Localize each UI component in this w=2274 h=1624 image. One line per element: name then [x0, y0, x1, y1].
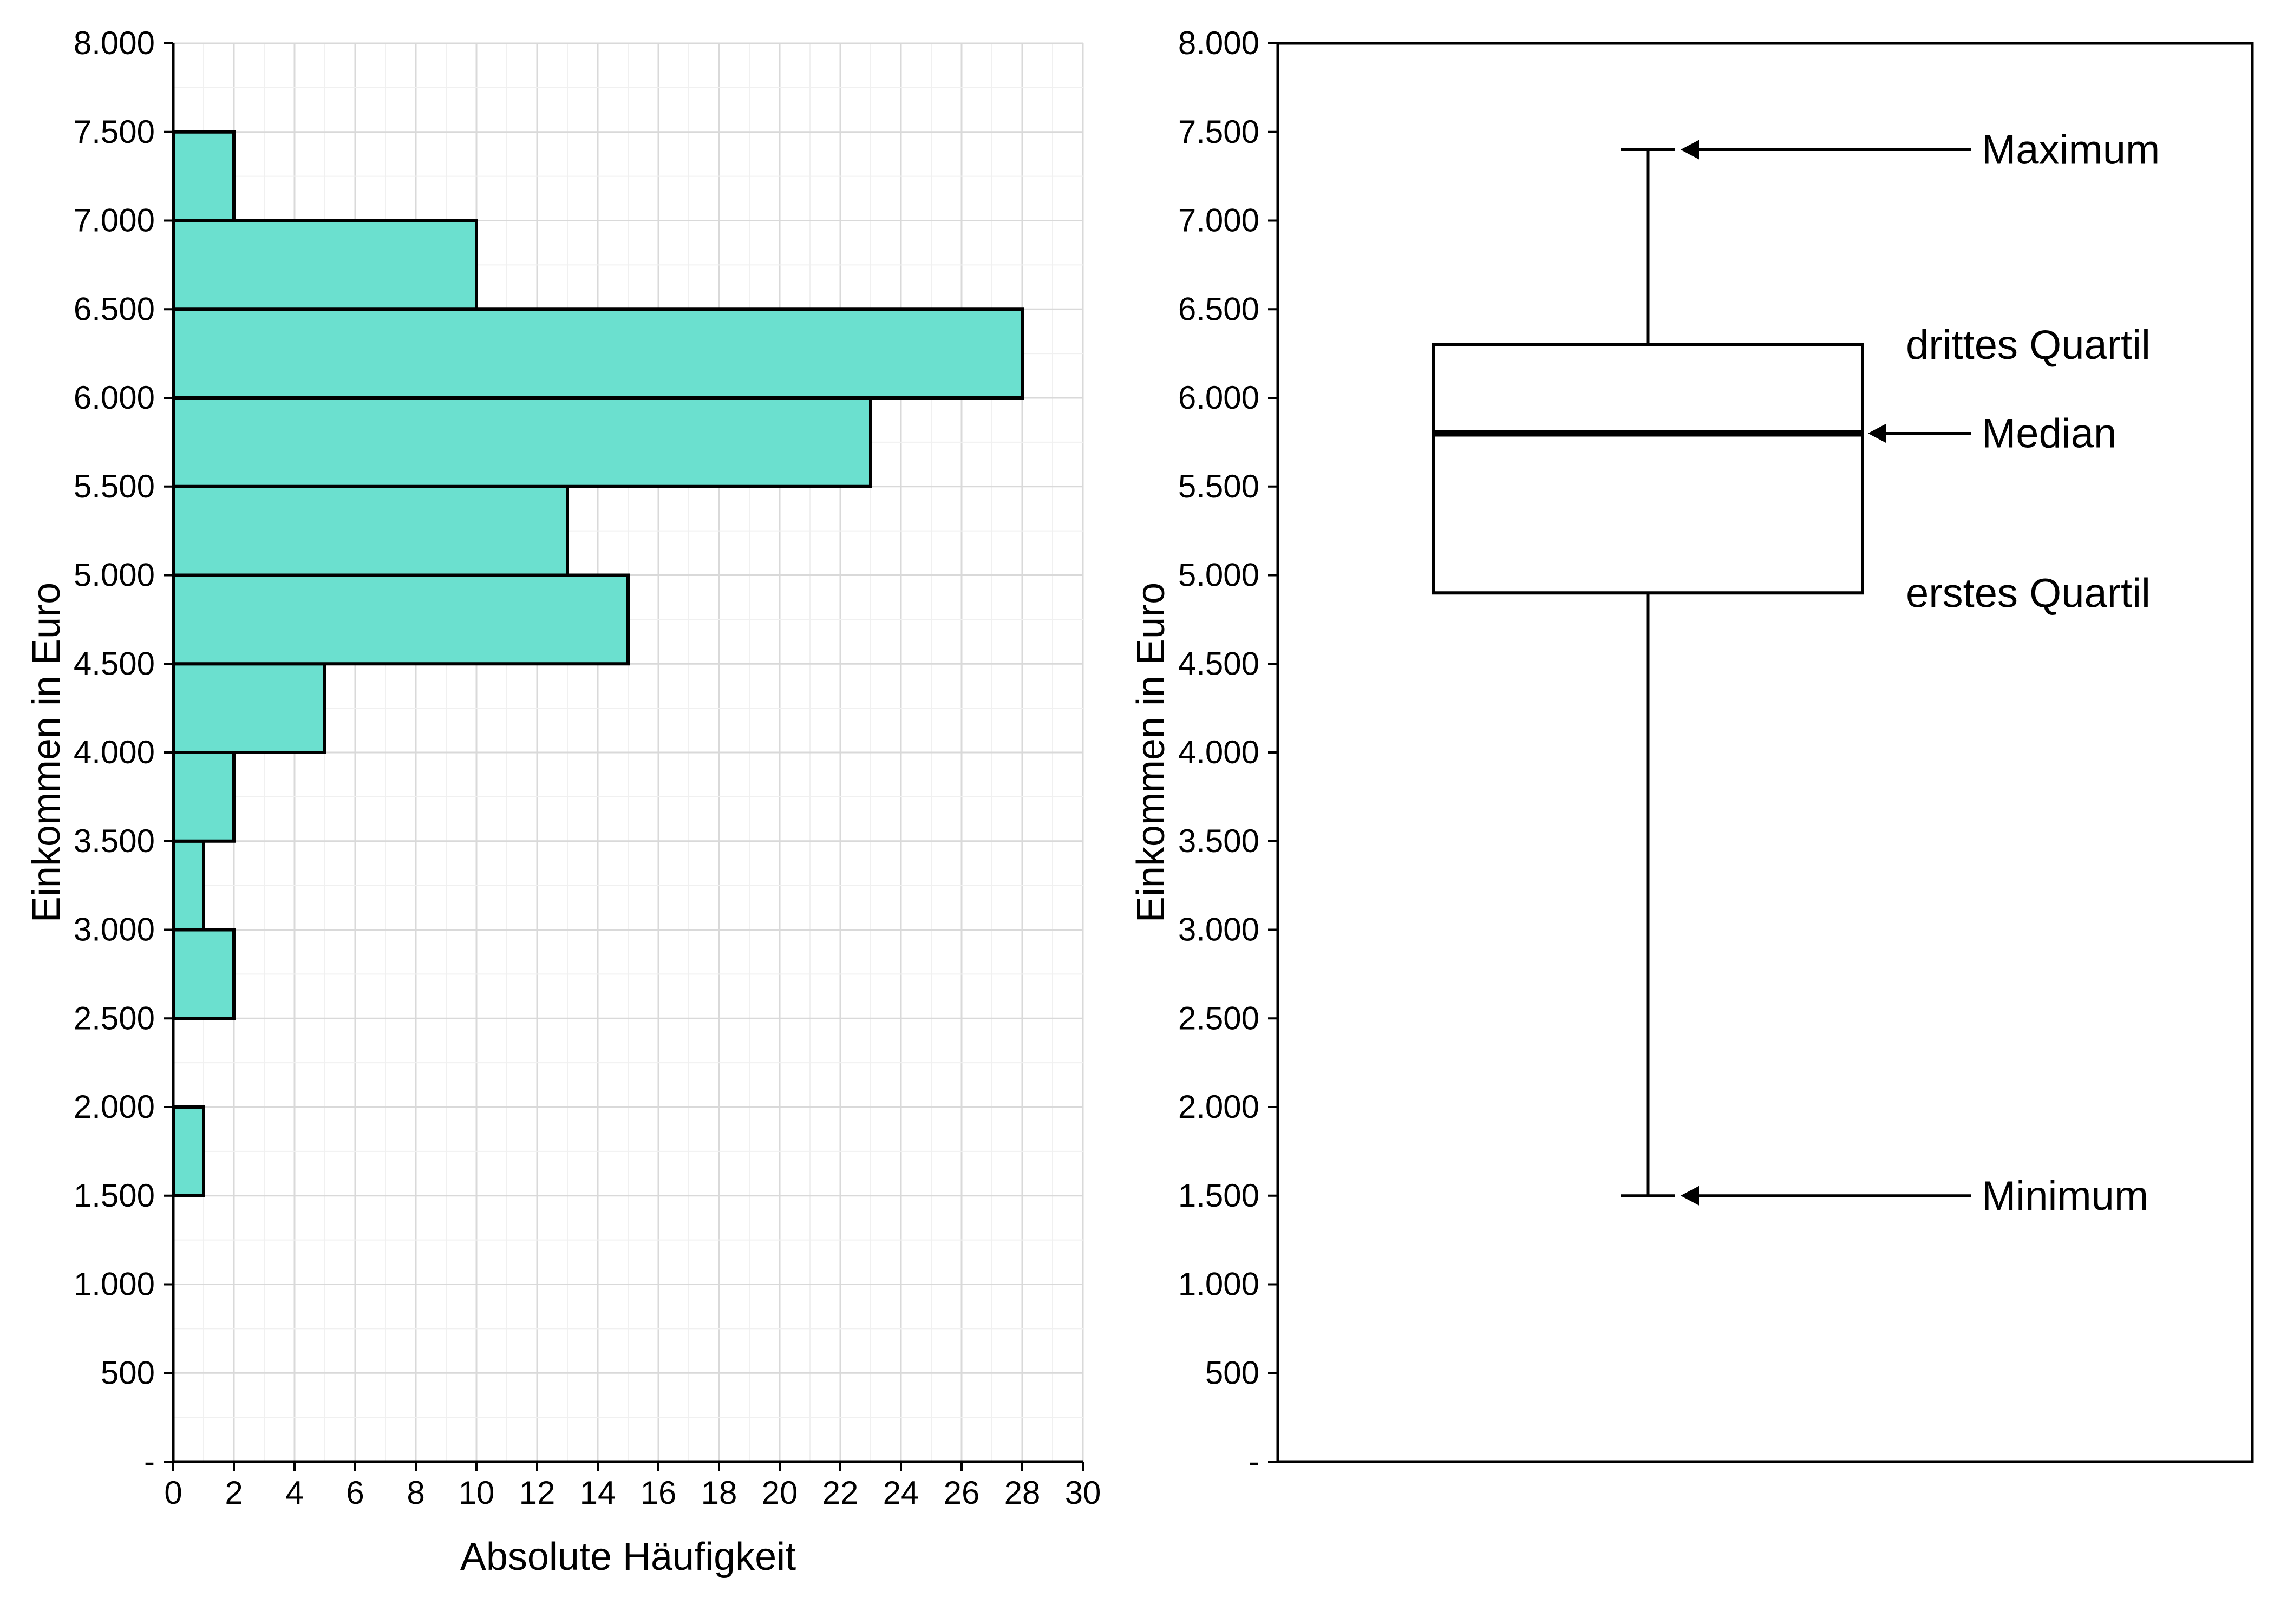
y-tick-label: 6.500: [1178, 291, 1259, 327]
histogram-bar: [173, 132, 234, 221]
x-tick-label: 24: [883, 1475, 919, 1511]
y-tick-label: 7.000: [1178, 202, 1259, 239]
boxplot-panel: - 500 1.000 1.500 2.000 2.500 3.000 3.500 4.000 4…: [1126, 22, 2274, 1602]
x-axis-label: Absolute Häufigkeit: [460, 1535, 796, 1579]
histogram-bar: [173, 398, 871, 487]
y-tick-label: 5.000: [1178, 557, 1259, 593]
x-tick-label: 4: [285, 1475, 303, 1511]
boxplot-annotation: erstes Quartil: [1906, 570, 2151, 616]
y-tick-label: 2.500: [74, 1000, 155, 1036]
y-tick-label: 1.500: [74, 1177, 155, 1214]
y-axis-label: Einkommen in Euro: [25, 582, 68, 922]
y-tick-label: 6.000: [74, 379, 155, 416]
x-tick-label: 28: [1004, 1475, 1041, 1511]
histogram-bar: [173, 487, 567, 575]
histogram-bar: [173, 664, 325, 752]
y-tick-label: 500: [1205, 1354, 1259, 1391]
y-tick-label: 4.500: [74, 645, 155, 682]
y-tick-label: 4.000: [74, 734, 155, 770]
x-tick-label: 8: [407, 1475, 424, 1511]
x-tick-label: 26: [944, 1475, 980, 1511]
x-tick-label: 0: [164, 1475, 182, 1511]
x-tick-label: 12: [519, 1475, 556, 1511]
y-tick-label: 3.500: [1178, 823, 1259, 859]
boxplot-annotation: Maximum: [1982, 127, 2160, 173]
y-tick-label: 6.000: [1178, 379, 1259, 416]
y-tick-label: -: [1249, 1443, 1259, 1479]
y-tick-label: 7.000: [74, 202, 155, 239]
y-tick-label: 3.000: [1178, 912, 1259, 948]
histogram-bar: [173, 841, 204, 930]
y-tick-label: 4.500: [1178, 645, 1259, 682]
y-tick-label: 5.000: [74, 557, 155, 593]
boxplot-annotation: Minimum: [1982, 1173, 2148, 1219]
y-tick-label: 5.500: [74, 468, 155, 505]
y-tick-label: 500: [101, 1354, 155, 1391]
x-tick-label: 18: [701, 1475, 737, 1511]
histogram-bar: [173, 1107, 204, 1196]
y-tick-label: 6.500: [74, 291, 155, 327]
boxplot-box: [1434, 345, 1863, 593]
y-tick-label: 8.000: [74, 25, 155, 61]
histogram-bar: [173, 752, 234, 841]
y-tick-label: 4.000: [1178, 734, 1259, 770]
histogram-panel: 024681012141618202224262830-5001.0001.50…: [22, 22, 1105, 1602]
x-tick-label: 2: [225, 1475, 243, 1511]
histogram-bar: [173, 930, 234, 1019]
x-tick-label: 20: [762, 1475, 798, 1511]
x-tick-label: 10: [459, 1475, 495, 1511]
x-tick-label: 22: [822, 1475, 859, 1511]
y-tick-label: 8.000: [1178, 25, 1259, 61]
y-tick-label: 5.500: [1178, 468, 1259, 505]
y-tick-label: 1.000: [74, 1266, 155, 1302]
y-tick-label: 1.000: [1178, 1266, 1259, 1302]
y-tick-label: -: [144, 1443, 155, 1479]
y-tick-label: 3.000: [74, 912, 155, 948]
y-tick-label: 2.000: [1178, 1089, 1259, 1125]
x-tick-label: 6: [346, 1475, 364, 1511]
boxplot-annotation: Median: [1982, 411, 2116, 457]
y-tick-label: 1.500: [1178, 1177, 1259, 1214]
y-tick-label: 2.500: [1178, 1000, 1259, 1036]
histogram-bar: [173, 575, 628, 664]
histogram-bar: [173, 309, 1022, 398]
y-tick-label: 7.500: [1178, 114, 1259, 150]
y-tick-label: 2.000: [74, 1089, 155, 1125]
y-tick-label: 3.500: [74, 823, 155, 859]
x-tick-label: 16: [641, 1475, 677, 1511]
x-tick-label: 30: [1065, 1475, 1101, 1511]
boxplot-frame: [1278, 43, 2252, 1462]
y-axis-label: Einkommen in Euro: [1129, 582, 1173, 922]
histogram-bar: [173, 221, 476, 310]
boxplot-annotation: drittes Quartil: [1906, 322, 2151, 368]
x-tick-label: 14: [580, 1475, 616, 1511]
y-tick-label: 7.500: [74, 114, 155, 150]
